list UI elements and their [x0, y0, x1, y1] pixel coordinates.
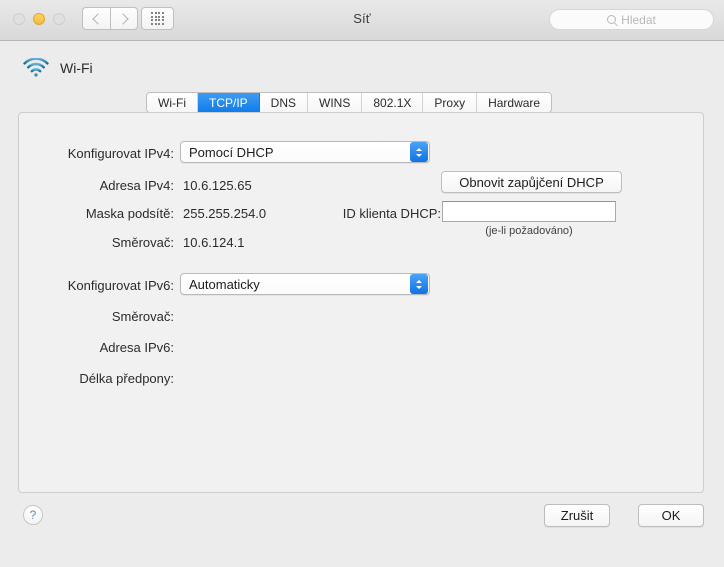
- tab-bar: Wi-Fi TCP/IP DNS WINS 802.1X Proxy Hardw…: [146, 92, 553, 113]
- dhcp-client-id-label: ID klienta DHCP:: [342, 206, 441, 221]
- subnet-mask-label: Maska podsítě:: [85, 206, 174, 221]
- chevron-updown-icon: [410, 274, 428, 294]
- search-icon: [607, 15, 617, 24]
- service-header: Wi-Fi: [23, 58, 93, 77]
- help-button[interactable]: ?: [23, 505, 43, 525]
- configure-ipv6-value: Automaticky: [189, 276, 260, 292]
- cancel-button[interactable]: Zrušit: [544, 504, 610, 527]
- search-input[interactable]: Hledat: [549, 9, 714, 30]
- tab-proxy[interactable]: Proxy: [423, 93, 478, 112]
- tab-tcpip[interactable]: TCP/IP: [197, 93, 260, 112]
- prefix-length-label: Délka předpony:: [79, 371, 174, 386]
- network-preferences-window: Síť Hledat Wi-Fi Wi-Fi TCP/IP DNS WINS 8…: [0, 0, 724, 567]
- dhcp-client-id-hint: (je-li požadováno): [485, 225, 573, 237]
- configure-ipv6-select[interactable]: Automaticky: [180, 273, 430, 295]
- ipv4-address-label: Adresa IPv4:: [99, 178, 174, 193]
- search-placeholder: Hledat: [621, 12, 656, 27]
- wifi-icon: [23, 58, 49, 77]
- title-bar: Síť Hledat: [0, 0, 724, 41]
- tab-wifi[interactable]: Wi-Fi: [147, 93, 198, 112]
- ipv6-router-label: Směrovač:: [111, 309, 174, 324]
- service-name: Wi-Fi: [60, 59, 93, 76]
- ipv4-router-label: Směrovač:: [111, 235, 174, 250]
- tab-8021x[interactable]: 802.1X: [362, 93, 424, 112]
- tcpip-panel: Konfigurovat IPv4: Pomocí DHCP Adresa IP…: [18, 112, 704, 493]
- renew-dhcp-lease-button[interactable]: Obnovit zapůjčení DHCP: [441, 171, 622, 193]
- configure-ipv6-label: Konfigurovat IPv6:: [67, 278, 174, 293]
- ipv4-address-value: 10.6.125.65: [183, 178, 252, 193]
- ipv4-router-value: 10.6.124.1: [183, 235, 245, 250]
- configure-ipv4-select[interactable]: Pomocí DHCP: [180, 141, 430, 163]
- ok-button[interactable]: OK: [638, 504, 704, 527]
- dhcp-client-id-input[interactable]: [442, 201, 616, 222]
- ipv6-address-label: Adresa IPv6:: [99, 340, 174, 355]
- tab-wins[interactable]: WINS: [308, 93, 363, 112]
- tab-dns[interactable]: DNS: [259, 93, 308, 112]
- tab-hardware[interactable]: Hardware: [477, 93, 552, 112]
- configure-ipv4-label: Konfigurovat IPv4:: [67, 146, 174, 161]
- chevron-updown-icon: [410, 142, 428, 162]
- configure-ipv4-value: Pomocí DHCP: [189, 144, 274, 160]
- content-area: Wi-Fi Wi-Fi TCP/IP DNS WINS 802.1X Proxy…: [0, 41, 724, 567]
- subnet-mask-value: 255.255.254.0: [183, 206, 267, 221]
